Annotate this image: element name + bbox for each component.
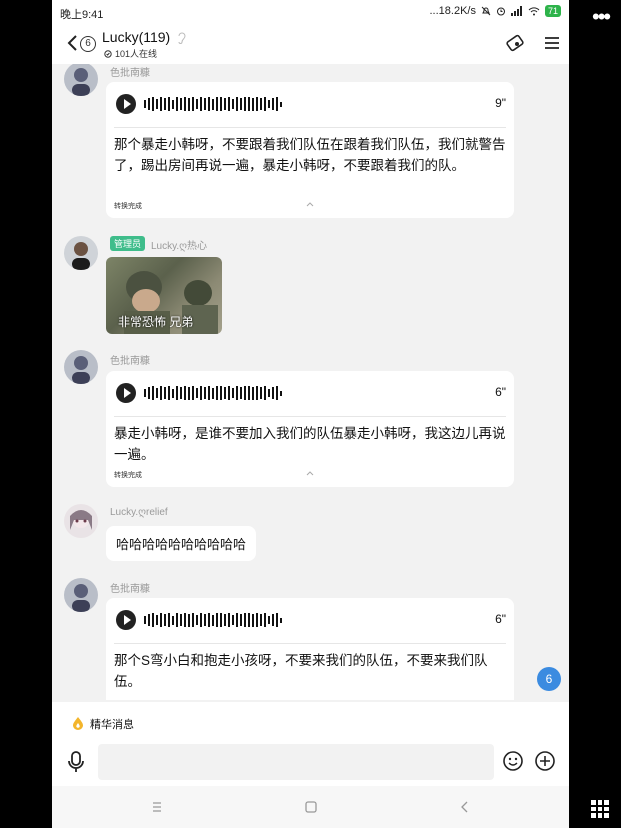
essence-label: 精华消息: [90, 719, 134, 731]
divider: [114, 643, 506, 644]
voice-duration: 6": [495, 385, 506, 399]
home-icon[interactable]: [302, 798, 320, 816]
tablet-side-area: [569, 0, 621, 828]
transcribe-status: 转换完成: [114, 472, 142, 479]
voice-player[interactable]: 6": [114, 381, 506, 405]
avatar[interactable]: [64, 64, 98, 96]
network-speed: ...18.2K/s: [429, 5, 476, 17]
admin-badge: 管理员: [110, 236, 146, 251]
online-count-text: 101人在线: [115, 49, 158, 59]
sender-name: Lucky.ღ热心: [151, 241, 208, 252]
online-icon: [104, 49, 112, 58]
collapse-chevron-icon[interactable]: [306, 200, 314, 208]
anime-avatar-image: [72, 356, 90, 384]
avatar[interactable]: [64, 350, 98, 384]
sender-name: 色批南糠: [110, 356, 150, 367]
voice-duration: 9": [495, 96, 506, 110]
menu-icon[interactable]: [541, 32, 563, 54]
voice-transcript: 那个暴走小韩呀，不要跟着我们队伍在跟着我们队伍，我们就警告了，踢出房间再说一遍，…: [114, 137, 506, 173]
ear-mode-icon: [178, 32, 186, 44]
avatar[interactable]: [64, 504, 98, 538]
unread-messages-badge[interactable]: 6: [537, 667, 561, 691]
waveform: [144, 385, 282, 401]
more-options-icon[interactable]: •••: [592, 6, 611, 28]
message-input[interactable]: [98, 744, 494, 780]
avatar[interactable]: [64, 578, 98, 612]
status-time: 晚上9:41: [60, 9, 104, 21]
voice-transcript: 暴走小韩呀，是谁不要加入我们的队伍暴走小韩呀，我这边儿再说一遍。: [114, 426, 506, 462]
game-ticket-icon[interactable]: [505, 32, 527, 54]
text-message-bubble[interactable]: 哈哈哈哈哈哈哈哈哈哈: [106, 526, 257, 561]
voice-message-bubble[interactable]: 6" 那个S弯小白和抱走小孩呀，不要来我们的队伍，不要来我们队伍。: [106, 598, 514, 700]
status-icons: ...18.2K/s 71: [429, 5, 561, 17]
input-bar: [52, 740, 569, 786]
recent-apps-icon[interactable]: [148, 798, 166, 816]
transcribe-status: 转换完成: [114, 203, 142, 210]
collapse-chevron-icon[interactable]: [306, 469, 314, 477]
sender-name: Lucky.ღrelief: [110, 507, 168, 518]
divider: [114, 416, 506, 417]
voice-transcript: 那个S弯小白和抱走小孩呀，不要来我们的队伍，不要来我们队伍。: [114, 653, 488, 689]
microphone-icon[interactable]: [66, 750, 86, 774]
chat-header: 6 Lucky(119) 101人在线: [52, 24, 569, 64]
status-bar: 晚上9:41 ...18.2K/s 71: [52, 0, 569, 24]
image-message[interactable]: 非常恐怖 兄弟: [106, 257, 222, 334]
avatar[interactable]: [64, 236, 98, 270]
signal-icon: [510, 6, 522, 16]
image-caption: 非常恐怖 兄弟: [118, 315, 194, 329]
mute-icon: [481, 6, 491, 16]
voice-duration: 6": [495, 612, 506, 626]
sender-name: 色批南糠: [110, 584, 150, 595]
play-icon[interactable]: [116, 610, 136, 630]
emoji-icon[interactable]: [502, 750, 524, 772]
system-nav-bar: [52, 786, 569, 828]
play-icon[interactable]: [116, 94, 136, 114]
message-list[interactable]: 色批南糠 9" 那个暴走小韩呀，不要跟着我们队伍在跟着我们队伍，我们就警告了，踢…: [52, 64, 569, 700]
online-count: 101人在线: [104, 47, 157, 60]
photo-avatar-image: [72, 242, 90, 270]
voice-player[interactable]: 6": [114, 608, 506, 632]
flame-icon: [73, 717, 83, 730]
phone-screen: 晚上9:41 ...18.2K/s 71 6 Lucky(119) 101人在线…: [52, 0, 569, 828]
back-unread-count[interactable]: 6: [80, 36, 96, 52]
voice-player[interactable]: 9": [114, 92, 506, 116]
essence-messages-bar[interactable]: 精华消息: [52, 702, 569, 740]
voice-message-bubble[interactable]: 9" 那个暴走小韩呀，不要跟着我们队伍在跟着我们队伍，我们就警告了，踢出房间再说…: [106, 82, 514, 218]
divider: [114, 127, 506, 128]
anime-girl-avatar-image: [70, 510, 92, 530]
waveform: [144, 96, 282, 112]
waveform: [144, 612, 282, 628]
app-grid-icon[interactable]: [591, 800, 609, 818]
sender-name: 色批南糠: [110, 68, 150, 79]
anime-avatar-image: [72, 584, 90, 612]
chat-title[interactable]: Lucky(119): [102, 29, 170, 45]
wifi-icon: [528, 7, 540, 16]
play-icon[interactable]: [116, 383, 136, 403]
battery-indicator: 71: [544, 5, 561, 17]
voice-message-bubble[interactable]: 6" 暴走小韩呀，是谁不要加入我们的队伍暴走小韩呀，我这边儿再说一遍。 转换完成: [106, 371, 514, 487]
alarm-icon: [496, 7, 505, 16]
add-attachment-icon[interactable]: [534, 750, 556, 772]
anime-avatar-image: [72, 68, 90, 96]
nav-back-icon[interactable]: [456, 798, 474, 816]
